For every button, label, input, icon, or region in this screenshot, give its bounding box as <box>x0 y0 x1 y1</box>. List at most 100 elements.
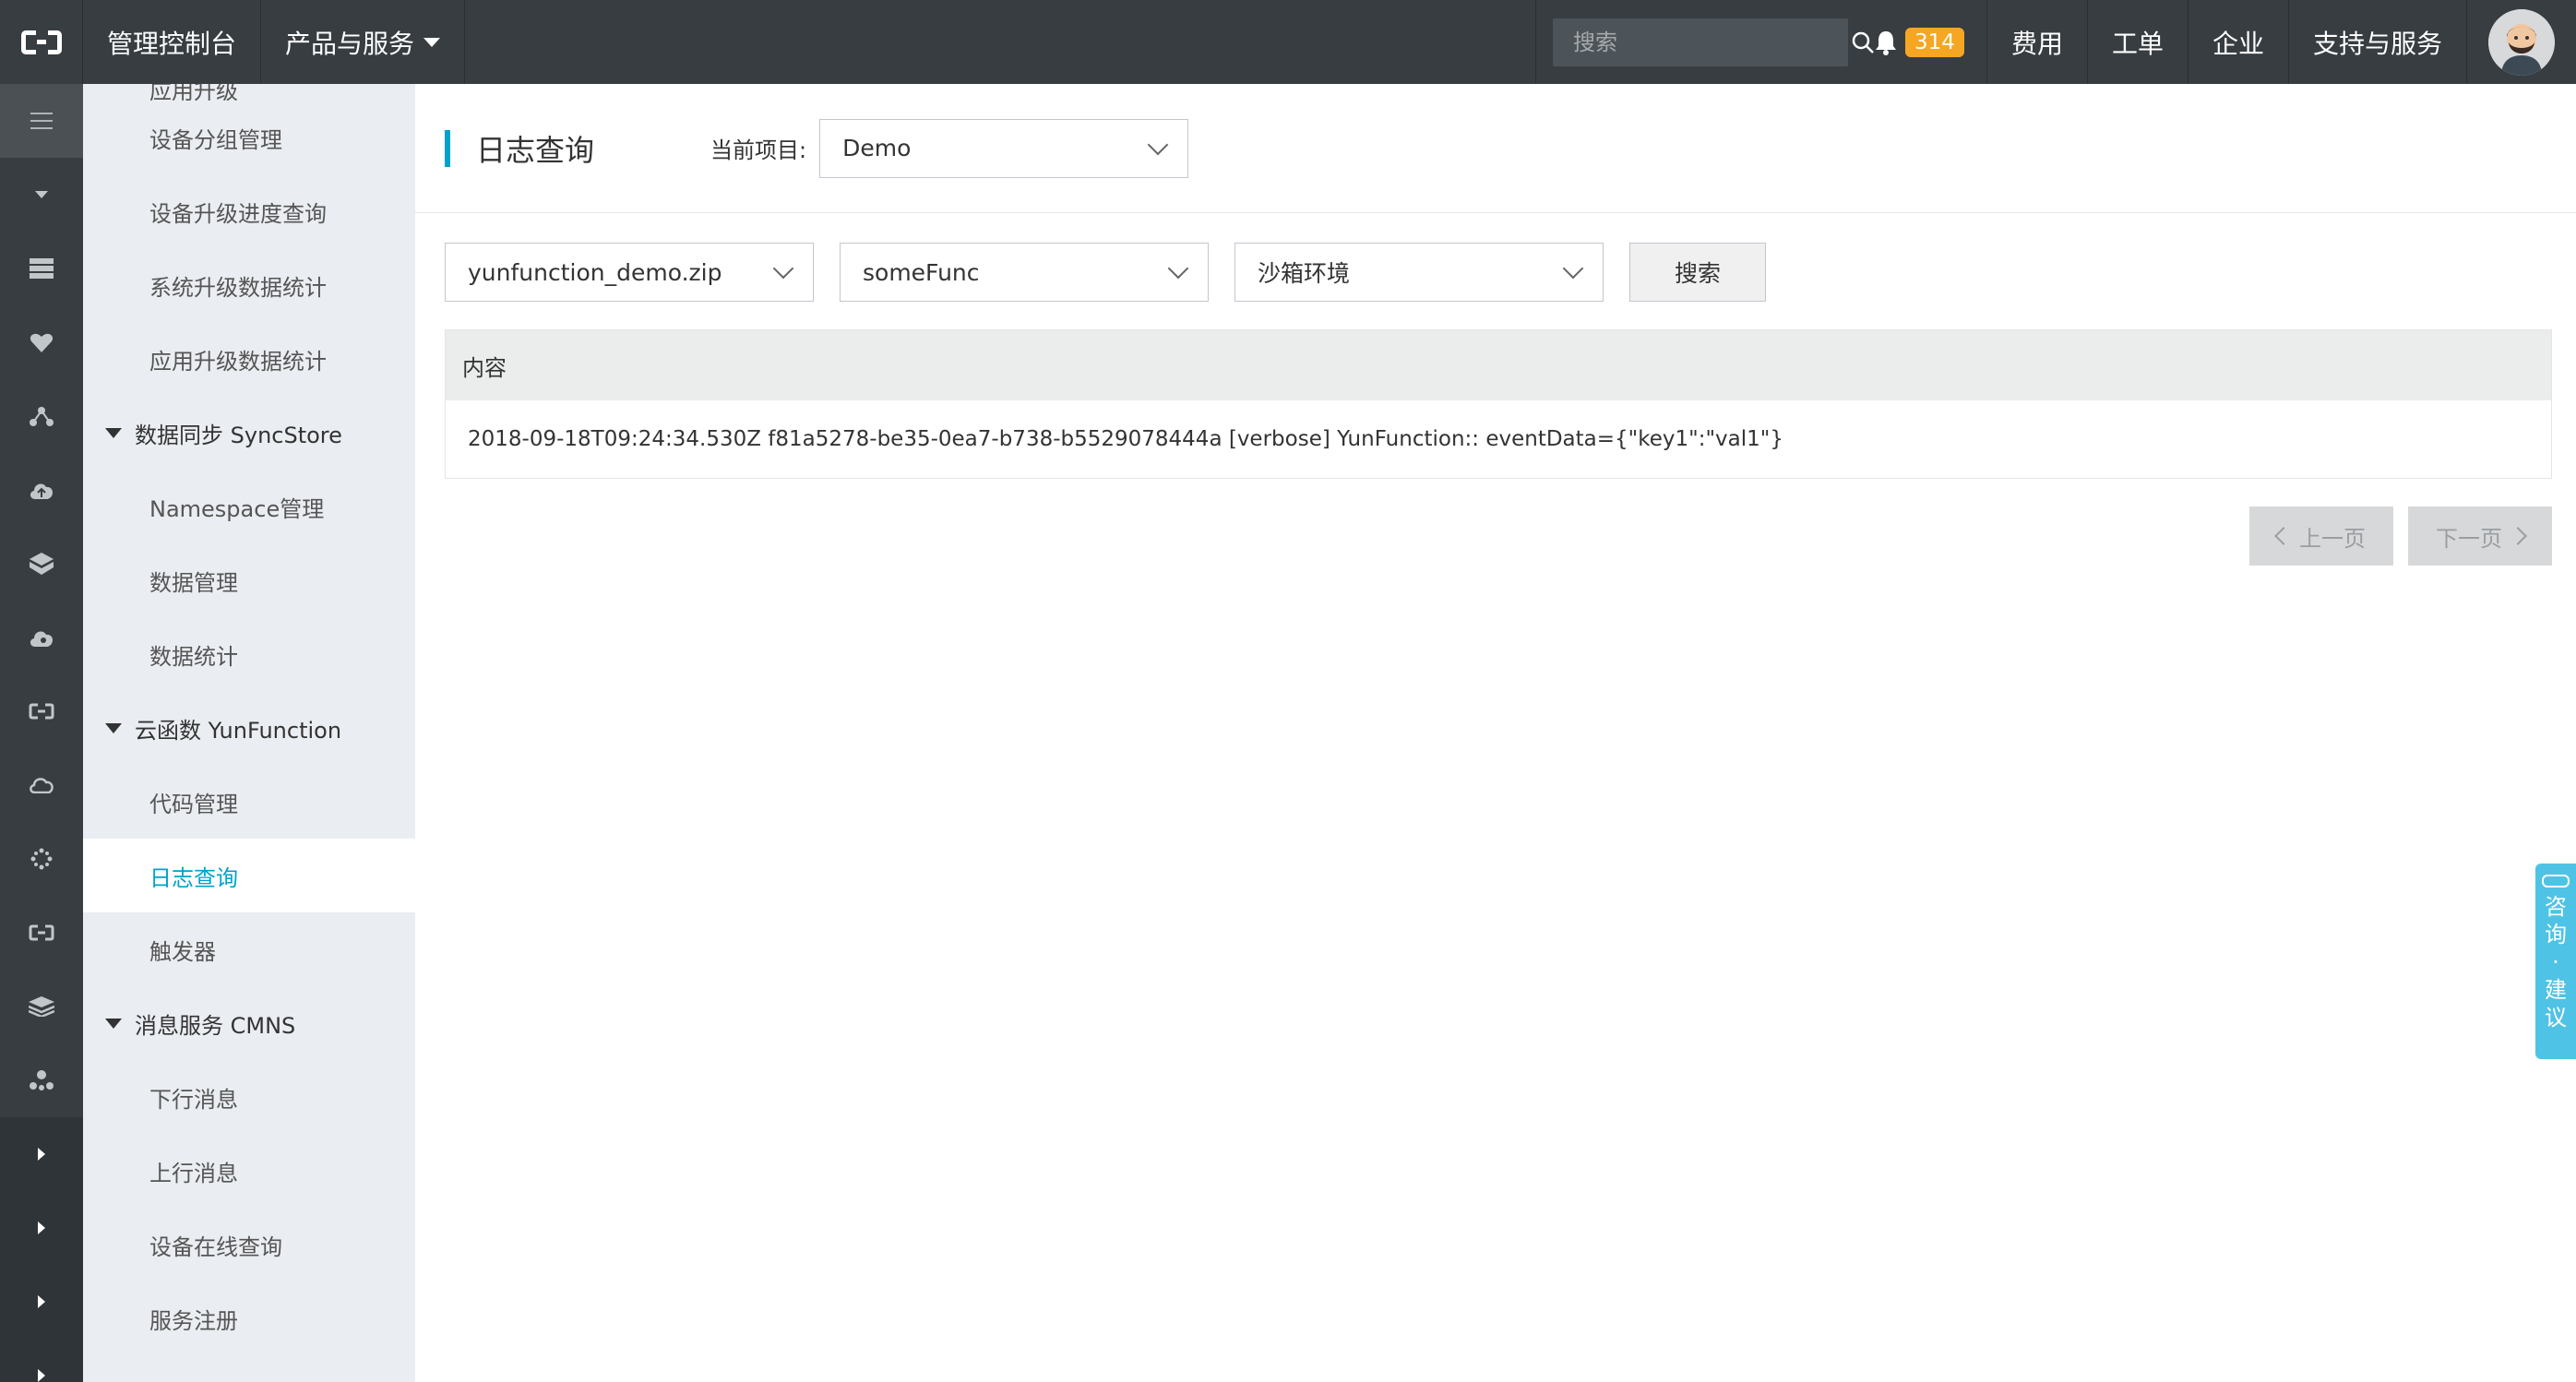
top-navbar: 管理控制台 产品与服务 314 费用 工单 企业 支持与服务 <box>0 0 2576 84</box>
package-select[interactable]: yunfunction_demo.zip <box>445 243 814 302</box>
function-select[interactable]: someFunc <box>840 243 1209 302</box>
page-title: 日志查询 <box>476 132 595 168</box>
products-menu[interactable]: 产品与服务 <box>261 0 466 84</box>
main-content: 日志查询 当前项目: Demo yunfunction_demo.zip som… <box>415 84 2576 1382</box>
chevron-down-icon <box>1167 257 1189 280</box>
link-icon[interactable] <box>0 674 83 748</box>
chevron-down-icon <box>772 257 794 280</box>
feedback-char: 询 <box>2545 922 2567 947</box>
user-menu[interactable] <box>2467 0 2576 84</box>
sidebar-group-cmns[interactable]: 消息服务 CMNS <box>83 986 415 1060</box>
sidebar-item-service-registry[interactable]: 服务注册 <box>83 1281 415 1355</box>
layers-icon[interactable] <box>0 970 83 1043</box>
chevron-down-icon <box>1147 134 1169 155</box>
caret-right-icon[interactable] <box>0 1117 83 1191</box>
project-select-value: Demo <box>842 135 912 161</box>
sidebar-item-triggers[interactable]: 触发器 <box>83 912 415 986</box>
search-box <box>1553 18 1874 66</box>
sidebar-item-data-management[interactable]: 数据管理 <box>83 543 415 617</box>
sidebar-item-device-groups[interactable]: 设备分组管理 <box>83 101 415 174</box>
sidebar-item-system-upgrade-stats[interactable]: 系统升级数据统计 <box>83 248 415 322</box>
logo-icon <box>20 29 62 54</box>
log-table: 内容 2018-09-18T09:24:34.530Z f81a5278-be3… <box>445 329 2552 479</box>
caret-down-icon[interactable] <box>0 158 83 232</box>
sidebar-group-label: 数据同步 SyncStore <box>135 422 342 448</box>
chevron-down-icon <box>423 37 441 47</box>
title-accent-bar <box>445 129 450 167</box>
nav-link-label: 工单 <box>2111 28 2164 59</box>
caret-right-icon[interactable] <box>0 1265 83 1339</box>
sidebar-item-app-upgrade-stats[interactable]: 应用升级数据统计 <box>83 322 415 396</box>
nav-link-label: 企业 <box>2212 28 2264 59</box>
notifications[interactable]: 314 <box>1865 0 1987 84</box>
sidebar-group-label: 云函数 YunFunction <box>135 717 342 744</box>
cube-icon[interactable] <box>0 527 83 601</box>
console-label: 管理控制台 <box>107 28 237 59</box>
nav-link-support[interactable]: 支持与服务 <box>2289 0 2467 84</box>
server-icon[interactable] <box>0 232 83 305</box>
filter-bar: yunfunction_demo.zip someFunc 沙箱环境 搜索 <box>445 243 1766 302</box>
search-input[interactable] <box>1553 18 1851 66</box>
feedback-char: · <box>2552 949 2559 975</box>
nav-link-label: 支持与服务 <box>2312 28 2442 59</box>
feedback-tab[interactable]: 咨 询 · 建 议 <box>2535 864 2576 1059</box>
caret-right-icon[interactable] <box>0 1339 83 1382</box>
bell-icon <box>1876 30 1897 55</box>
nav-link-label: 费用 <box>2010 28 2063 59</box>
environment-select-value: 沙箱环境 <box>1258 260 1351 287</box>
feedback-char: 议 <box>2545 1005 2567 1031</box>
cloud-icon[interactable] <box>0 748 83 822</box>
avatar <box>2488 8 2555 76</box>
sidebar-item-uplink[interactable]: 上行消息 <box>83 1134 415 1208</box>
sidebar-item-data-stats[interactable]: 数据统计 <box>83 617 415 691</box>
package-select-value: yunfunction_demo.zip <box>468 258 722 286</box>
cluster-icon[interactable] <box>0 1043 83 1117</box>
sidebar-group-syncstore[interactable]: 数据同步 SyncStore <box>83 396 415 470</box>
notification-badge: 314 <box>1905 27 1964 57</box>
next-page-label: 下一页 <box>2436 525 2502 552</box>
table-row: 2018-09-18T09:24:34.530Z f81a5278-be35-0… <box>468 427 1783 451</box>
feedback-char: 咨 <box>2545 894 2567 920</box>
sidebar-item-code-management[interactable]: 代码管理 <box>83 765 415 839</box>
table-header-content: 内容 <box>446 330 2551 400</box>
cloud-upload-icon[interactable] <box>0 453 83 527</box>
network-icon[interactable] <box>0 379 83 453</box>
search-logs-button[interactable]: 搜索 <box>1629 243 1766 302</box>
environment-select[interactable]: 沙箱环境 <box>1234 243 1604 302</box>
nav-link-tickets[interactable]: 工单 <box>2088 0 2188 84</box>
sidebar-item-downlink[interactable]: 下行消息 <box>83 1060 415 1134</box>
chevron-left-icon <box>2274 527 2293 545</box>
menu-icon[interactable] <box>0 84 83 158</box>
project-select[interactable]: Demo <box>819 118 1189 178</box>
sidebar-item-namespace[interactable]: Namespace管理 <box>83 470 415 543</box>
heart-icon[interactable] <box>0 305 83 379</box>
feedback-char: 建 <box>2545 977 2567 1003</box>
next-page-button[interactable]: 下一页 <box>2408 506 2552 566</box>
sidebar-group-label: 消息服务 CMNS <box>135 1012 296 1039</box>
sidebar-group-yunfunction[interactable]: 云函数 YunFunction <box>83 691 415 765</box>
page-header: 日志查询 当前项目: Demo <box>415 84 2576 213</box>
project-label: 当前项目: <box>710 137 807 163</box>
logo[interactable] <box>0 0 83 84</box>
console-link[interactable]: 管理控制台 <box>83 0 262 84</box>
cloud-gear-icon[interactable] <box>0 601 83 674</box>
products-label: 产品与服务 <box>285 28 415 59</box>
caret-down-icon <box>105 427 122 438</box>
sidebar-item-upgrade-progress[interactable]: 设备升级进度查询 <box>83 174 415 248</box>
caret-down-icon <box>105 1018 122 1029</box>
chat-icon <box>2542 875 2570 888</box>
chevron-down-icon <box>1562 257 1584 280</box>
prev-page-button[interactable]: 上一页 <box>2249 506 2393 566</box>
chevron-right-icon <box>2509 527 2527 545</box>
link-icon[interactable] <box>0 896 83 970</box>
function-select-value: someFunc <box>863 258 980 286</box>
caret-right-icon[interactable] <box>0 1191 83 1265</box>
pagination: 上一页 下一页 <box>2249 506 2552 566</box>
sparkle-icon[interactable] <box>0 822 83 896</box>
nav-link-enterprise[interactable]: 企业 <box>2188 0 2289 84</box>
sidebar-item-app-upgrade[interactable]: 应用升级 <box>83 84 415 101</box>
nav-link-billing[interactable]: 费用 <box>1987 0 2088 84</box>
sidebar-item-device-online[interactable]: 设备在线查询 <box>83 1208 415 1281</box>
caret-down-icon <box>105 722 122 733</box>
sidebar-item-log-query[interactable]: 日志查询 <box>83 839 415 912</box>
